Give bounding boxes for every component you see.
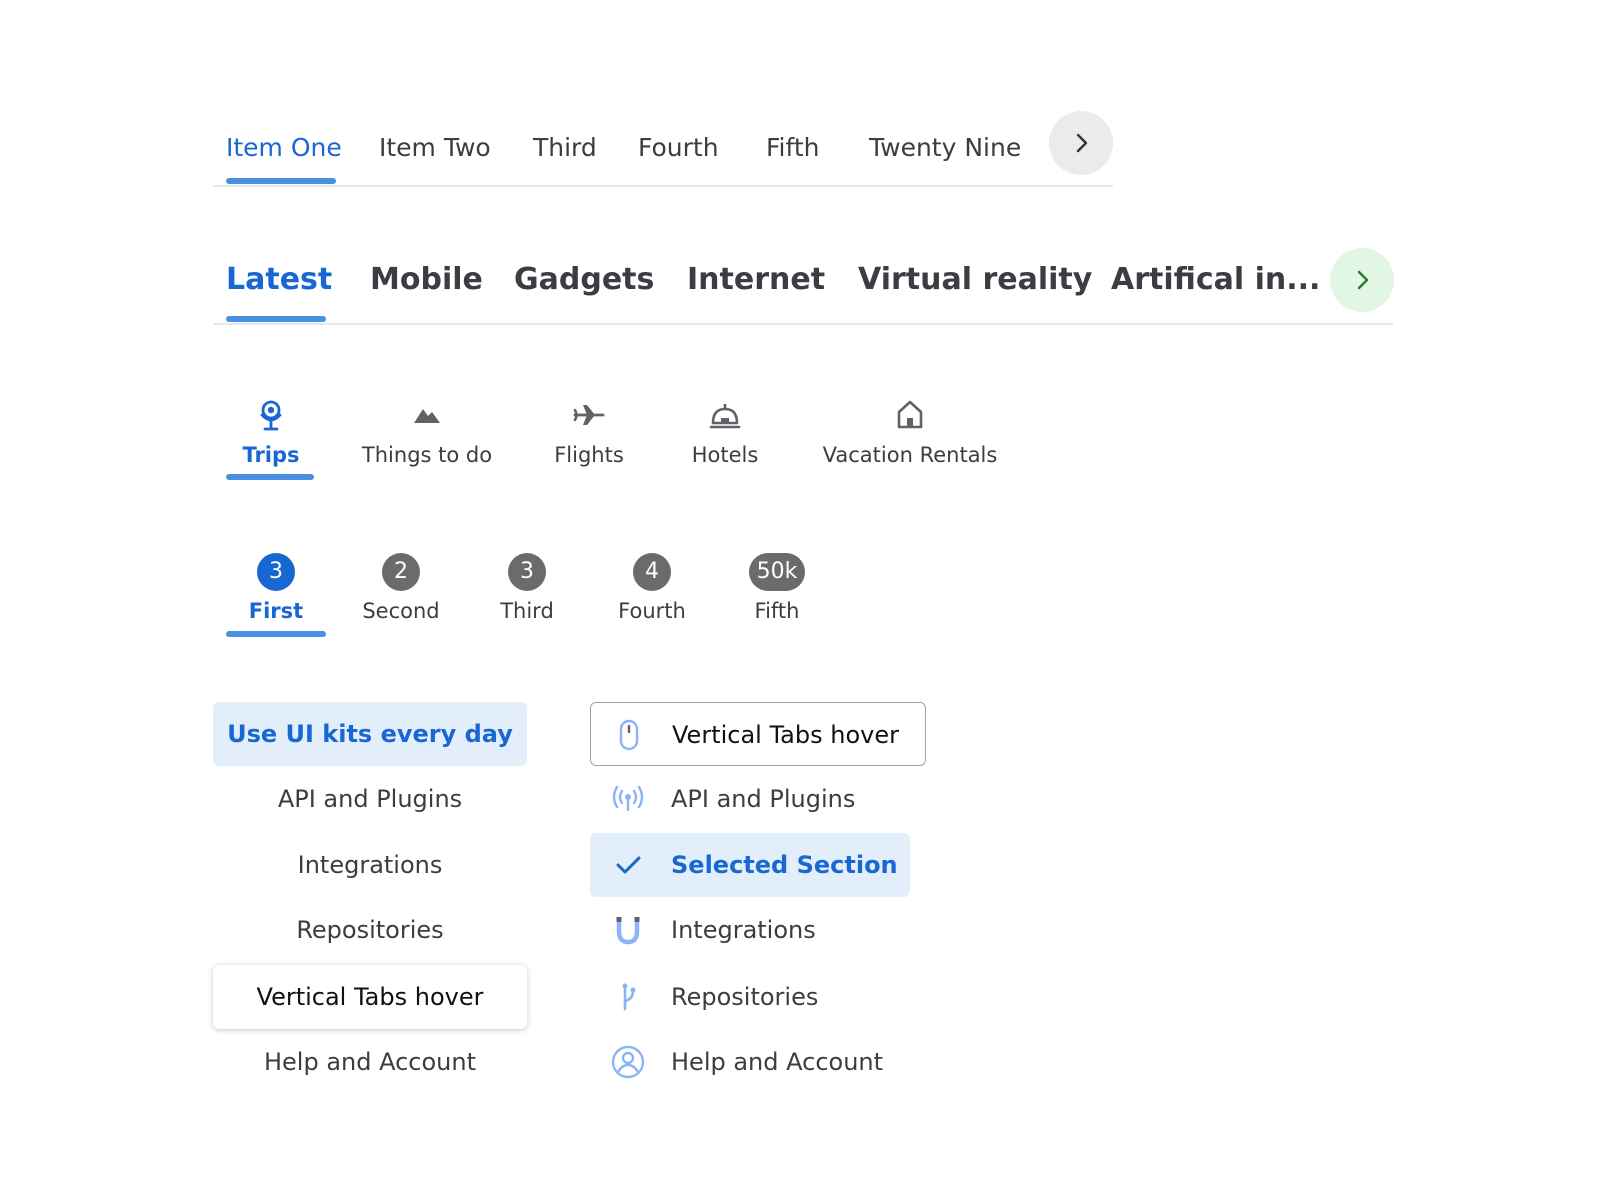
tab-label: Fifth <box>754 599 800 623</box>
vtab-repositories[interactable]: Repositories <box>213 898 527 962</box>
globe-stand-icon <box>260 400 282 431</box>
active-tab-indicator <box>226 474 314 480</box>
home-icon <box>897 400 923 429</box>
magnet-icon <box>616 917 640 945</box>
vtab-selected-section[interactable]: Selected Section <box>590 833 910 897</box>
count-badge: 4 <box>633 553 671 591</box>
vtab-label: Repositories <box>671 983 819 1011</box>
vtab-label: Vertical Tabs hover <box>672 721 899 749</box>
tab-gadgets[interactable]: Gadgets <box>514 258 654 302</box>
tab-fourth[interactable]: Fourth <box>638 128 719 168</box>
tab-label: Vacation Rentals <box>822 443 998 467</box>
tab-bar-divider <box>213 185 1113 187</box>
vtab-label: Help and Account <box>671 1048 884 1076</box>
mountain-icon <box>414 409 440 423</box>
tab-fifth[interactable]: 50k Fifth <box>727 553 827 643</box>
vtab-vertical-tabs-hover[interactable]: Vertical Tabs hover <box>213 965 527 1029</box>
tab-artificial-intelligence[interactable]: Artifical in... <box>1111 258 1320 302</box>
tab-third[interactable]: Third <box>533 128 597 168</box>
tab-second[interactable]: 2 Second <box>351 553 451 643</box>
tab-first[interactable]: 3 First <box>226 553 326 643</box>
tab-trips[interactable]: Trips <box>226 395 316 475</box>
mouse-icon <box>619 719 639 751</box>
vtab-integrations[interactable]: Integrations <box>213 833 527 897</box>
tab-twenty-nine[interactable]: Twenty Nine <box>869 128 1021 168</box>
tab-label: Fourth <box>618 599 686 623</box>
tab-virtual-reality[interactable]: Virtual reality <box>858 258 1092 302</box>
tab-mobile[interactable]: Mobile <box>370 258 483 302</box>
vtab-vertical-tabs-hover[interactable]: Vertical Tabs hover <box>590 702 926 766</box>
count-badge: 3 <box>508 553 546 591</box>
tab-latest[interactable]: Latest <box>226 258 332 302</box>
active-tab-indicator <box>226 631 326 637</box>
hotel-bell-icon <box>709 404 741 429</box>
count-badge: 3 <box>257 553 295 591</box>
vtab-label: Integrations <box>671 916 816 944</box>
scroll-right-button[interactable] <box>1049 111 1113 175</box>
vtab-help-and-account[interactable]: Help and Account <box>213 1030 527 1094</box>
tab-fifth[interactable]: Fifth <box>766 128 820 168</box>
tab-bar-large: Latest Mobile Gadgets Internet Virtual r… <box>213 246 1394 326</box>
tab-hotels[interactable]: Hotels <box>680 395 770 475</box>
active-tab-indicator <box>226 178 336 184</box>
chevron-right-icon <box>1357 270 1369 290</box>
tab-label: Second <box>362 599 440 623</box>
tab-item-two[interactable]: Item Two <box>379 128 491 168</box>
airplane-icon <box>573 405 605 425</box>
vtab-api-and-plugins[interactable]: API and Plugins <box>213 767 527 831</box>
tab-label: First <box>248 599 304 623</box>
vtab-repositories[interactable]: Repositories <box>590 965 926 1029</box>
tab-label: Third <box>500 599 554 623</box>
broadcast-icon <box>612 785 644 812</box>
tab-item-one[interactable]: Item One <box>226 128 342 168</box>
tab-label: Trips <box>242 443 300 467</box>
user-circle-icon <box>611 1045 645 1079</box>
tab-third[interactable]: 3 Third <box>477 553 577 643</box>
tab-bar-small: Item One Item Two Third Fourth Fifth Twe… <box>213 108 1113 187</box>
tab-flights[interactable]: Flights <box>544 395 634 475</box>
vtab-label: API and Plugins <box>671 785 856 813</box>
vtab-api-and-plugins[interactable]: API and Plugins <box>590 767 926 831</box>
tab-label: Flights <box>554 443 624 467</box>
tab-things-to-do[interactable]: Things to do <box>357 395 497 475</box>
count-badge: 2 <box>382 553 420 591</box>
check-icon <box>616 856 641 874</box>
tab-label: Hotels <box>691 443 759 467</box>
branch-icon <box>622 983 636 1011</box>
tab-bar-divider <box>213 323 1393 325</box>
vtab-help-and-account[interactable]: Help and Account <box>590 1030 926 1094</box>
vtab-label: Selected Section <box>671 851 898 879</box>
vtab-integrations[interactable]: Integrations <box>590 898 926 962</box>
vtab-use-ui-kits[interactable]: Use UI kits every day <box>213 702 527 766</box>
count-badge: 50k <box>748 553 806 591</box>
tab-fourth[interactable]: 4 Fourth <box>602 553 702 643</box>
tab-internet[interactable]: Internet <box>687 258 825 302</box>
chevron-right-icon <box>1076 133 1088 153</box>
scroll-right-button[interactable] <box>1330 248 1394 312</box>
tab-vacation-rentals[interactable]: Vacation Rentals <box>815 395 1005 475</box>
tab-label: Things to do <box>361 443 493 467</box>
active-tab-indicator <box>226 316 326 322</box>
